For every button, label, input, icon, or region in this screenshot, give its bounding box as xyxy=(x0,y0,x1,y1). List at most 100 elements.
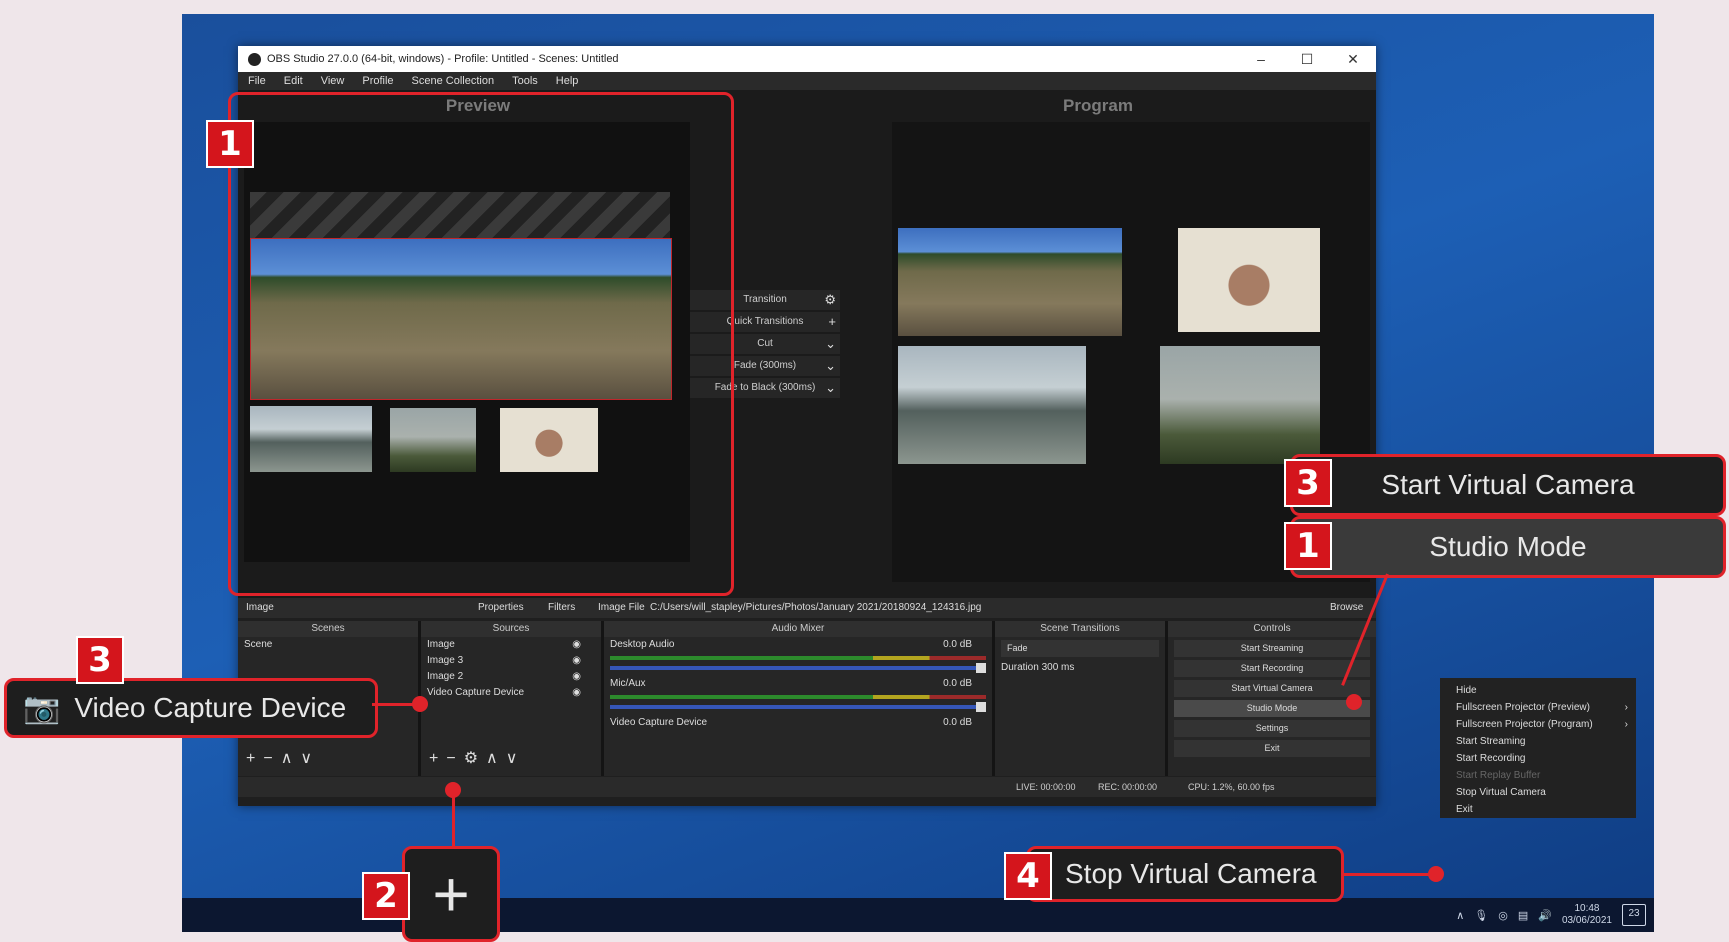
maximize-button[interactable]: ☐ xyxy=(1284,46,1330,72)
close-button[interactable]: ✕ xyxy=(1330,46,1376,72)
tray-menu-label: Fullscreen Projector (Program) xyxy=(1456,719,1593,730)
duration-row: Duration 300 ms xyxy=(995,660,1165,676)
chevron-up-icon[interactable]: ∧ xyxy=(1456,909,1464,922)
chevron-down-icon[interactable]: ⌄ xyxy=(825,378,836,398)
source-item[interactable]: Image ◉ xyxy=(421,637,601,653)
connector-dot xyxy=(412,696,428,712)
menu-bar: File Edit View Profile Scene Collection … xyxy=(238,72,1376,90)
eye-icon[interactable]: ◉ xyxy=(572,653,581,669)
plus-icon[interactable]: + xyxy=(828,312,836,332)
audio-mixer-title: Audio Mixer xyxy=(604,621,992,637)
source-tools[interactable]: +−⚙∧∨ xyxy=(429,748,525,768)
channel-db: 0.0 dB xyxy=(943,717,972,728)
volume-fader[interactable] xyxy=(610,663,986,673)
callout-studio-mode: Studio Mode xyxy=(1290,516,1726,578)
filters-button[interactable]: Filters xyxy=(548,602,575,613)
callout-stop-vc-text: Stop Virtual Camera xyxy=(1065,858,1317,889)
scene-item[interactable]: Scene xyxy=(238,637,418,653)
camera-icon: 📷 xyxy=(23,691,61,725)
program-webcam-photo xyxy=(1178,228,1320,332)
duration-field[interactable]: 300 ms xyxy=(1042,662,1075,673)
image-path-field[interactable]: C:/Users/will_stapley/Pictures/Photos/Ja… xyxy=(650,602,981,613)
tray-menu-item[interactable]: Start Streaming xyxy=(1440,733,1636,750)
eye-icon[interactable]: ◉ xyxy=(572,669,581,685)
dock-area: Scenes Scene +−∧∨ Sources Image ◉ Image 3… xyxy=(238,621,1376,776)
quick-cut-label: Cut xyxy=(757,338,773,349)
start-recording-button[interactable]: Start Recording xyxy=(1174,660,1370,677)
audio-channel-name: Mic/Aux 0.0 dB xyxy=(604,676,992,692)
clock-time: 10:48 xyxy=(1574,903,1600,914)
eye-icon[interactable]: ◉ xyxy=(572,685,581,701)
tray-context-menu: Hide Fullscreen Projector (Preview) › Ful… xyxy=(1440,678,1636,818)
source-item[interactable]: Video Capture Device ◉ xyxy=(421,685,601,701)
settings-button[interactable]: Settings xyxy=(1174,720,1370,737)
studio-mode-button[interactable]: Studio Mode xyxy=(1174,700,1370,717)
tray-menu-item-stop-virtual-camera[interactable]: Stop Virtual Camera xyxy=(1440,784,1636,801)
channel-db: 0.0 dB xyxy=(943,639,972,650)
tray-menu-item[interactable]: Fullscreen Projector (Program) › xyxy=(1440,716,1636,733)
network-icon[interactable]: ▤ xyxy=(1518,909,1528,922)
badge-2-add: 2 xyxy=(362,872,410,920)
volume-icon[interactable]: 🔊 xyxy=(1538,909,1552,922)
program-mist-photo xyxy=(1160,346,1320,464)
connector-dot xyxy=(1346,694,1362,710)
chevron-down-icon[interactable]: ⌄ xyxy=(825,356,836,376)
connector-line xyxy=(1344,873,1436,876)
title-bar: OBS Studio 27.0.0 (64-bit, windows) - Pr… xyxy=(238,46,1376,72)
tray-menu-item[interactable]: Fullscreen Projector (Preview) › xyxy=(1440,699,1636,716)
chevron-right-icon: › xyxy=(1624,702,1628,713)
notifications-icon[interactable]: 23 xyxy=(1622,904,1646,926)
menu-file[interactable]: File xyxy=(248,75,266,87)
clock[interactable]: 10:48 03/06/2021 xyxy=(1562,903,1612,927)
connector-line xyxy=(452,790,455,846)
menu-edit[interactable]: Edit xyxy=(284,75,303,87)
sources-title: Sources xyxy=(421,621,601,637)
gear-icon[interactable]: ⚙ xyxy=(824,290,836,310)
duration-label: Duration xyxy=(1001,662,1039,673)
source-label: Image 2 xyxy=(427,671,464,682)
volume-fader[interactable] xyxy=(610,702,986,712)
start-streaming-button[interactable]: Start Streaming xyxy=(1174,640,1370,657)
properties-button[interactable]: Properties xyxy=(478,602,524,613)
scenes-title: Scenes xyxy=(238,621,418,637)
quick-transitions-label: Quick Transitions xyxy=(726,316,804,327)
obs-logo-icon xyxy=(248,52,261,66)
browse-button[interactable]: Browse xyxy=(1330,602,1363,613)
minimize-button[interactable]: – xyxy=(1238,46,1284,72)
menu-scene-collection[interactable]: Scene Collection xyxy=(412,75,495,87)
tray-menu-item[interactable]: Exit xyxy=(1440,801,1636,818)
controls-dock: Controls Start Streaming Start Recording… xyxy=(1168,621,1376,776)
clock-date: 03/06/2021 xyxy=(1561,915,1612,926)
source-item[interactable]: Image 3 ◉ xyxy=(421,653,601,669)
badge-1-preview: 1 xyxy=(206,120,254,168)
transition-select[interactable]: Fade xyxy=(1001,640,1159,657)
chevron-down-icon[interactable]: ⌄ xyxy=(825,334,836,354)
audio-mixer-dock: Audio Mixer Desktop Audio 0.0 dB Mic/Aux 0… xyxy=(604,621,992,776)
exit-button[interactable]: Exit xyxy=(1174,740,1370,757)
microphone-icon[interactable]: 🎙 xyxy=(1474,909,1488,922)
source-item[interactable]: Image 2 ◉ xyxy=(421,669,601,685)
selected-source-label: Image xyxy=(246,602,274,613)
preview-highlight xyxy=(228,92,734,596)
source-label: Image 3 xyxy=(427,655,464,666)
badge-3-controls: 3 xyxy=(1284,459,1332,507)
start-virtual-camera-button[interactable]: Start Virtual Camera xyxy=(1174,680,1370,697)
source-label: Video Capture Device xyxy=(427,687,525,698)
eye-icon[interactable]: ◉ xyxy=(572,637,581,653)
tray-menu-item[interactable]: Start Recording xyxy=(1440,750,1636,767)
callout-add-source: + xyxy=(402,846,500,942)
obs-tray-icon[interactable]: ◎ xyxy=(1498,909,1508,922)
callout-video-capture: 📷 Video Capture Device xyxy=(4,678,378,738)
menu-view[interactable]: View xyxy=(321,75,345,87)
menu-tools[interactable]: Tools xyxy=(512,75,538,87)
menu-help[interactable]: Help xyxy=(556,75,579,87)
menu-profile[interactable]: Profile xyxy=(362,75,393,87)
tray-menu-item[interactable]: Hide xyxy=(1440,682,1636,699)
badge-4-stop: 4 xyxy=(1004,852,1052,900)
transition-label: Transition xyxy=(743,294,787,305)
callout-start-vc-text: Start Virtual Camera xyxy=(1381,469,1635,500)
scene-tools[interactable]: +−∧∨ xyxy=(246,748,320,768)
window-title: OBS Studio 27.0.0 (64-bit, windows) - Pr… xyxy=(267,53,619,65)
badge-1-controls: 1 xyxy=(1284,522,1332,570)
tray-menu-label: Fullscreen Projector (Preview) xyxy=(1456,702,1590,713)
